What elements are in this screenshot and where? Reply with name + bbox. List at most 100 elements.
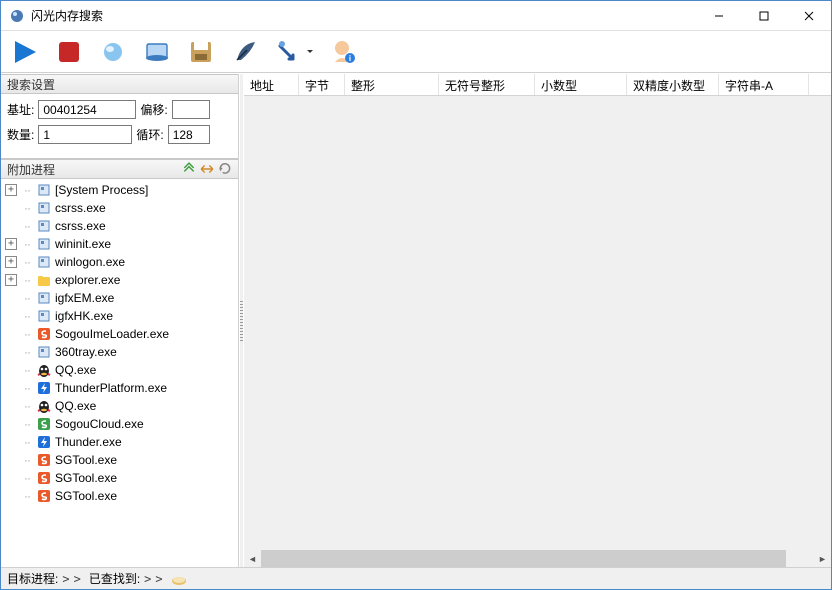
process-name: 360tray.exe xyxy=(55,345,117,359)
process-row[interactable]: ·· Thunder.exe xyxy=(5,433,234,451)
tree-line: ·· xyxy=(21,273,33,287)
collapse-icon[interactable] xyxy=(200,162,214,176)
expand-icon[interactable] xyxy=(182,162,196,176)
process-row[interactable]: ··igfxHK.exe xyxy=(5,307,234,325)
process-row[interactable]: +··winlogon.exe xyxy=(5,253,234,271)
scroll-right-arrow[interactable]: ► xyxy=(814,550,831,567)
process-name: QQ.exe xyxy=(55,363,96,377)
close-button[interactable] xyxy=(786,1,831,30)
process-row[interactable]: ·· SGTool.exe xyxy=(5,487,234,505)
qq-icon xyxy=(37,399,51,413)
chevron-icon: > xyxy=(155,572,162,586)
settings-dropdown[interactable] xyxy=(273,36,305,68)
tree-spacer xyxy=(5,346,17,358)
tree-spacer xyxy=(5,454,17,466)
tree-spacer xyxy=(5,490,17,502)
open-button[interactable] xyxy=(141,36,173,68)
process-name: explorer.exe xyxy=(55,273,120,287)
process-row[interactable]: +··wininit.exe xyxy=(5,235,234,253)
save-button[interactable] xyxy=(185,36,217,68)
chevron-icon: > xyxy=(144,572,151,586)
process-row[interactable]: ··csrss.exe xyxy=(5,217,234,235)
loop-input[interactable] xyxy=(168,125,210,144)
process-row[interactable]: ··SogouCloud.exe xyxy=(5,415,234,433)
column-header[interactable]: 整形 xyxy=(345,74,439,95)
feather-button[interactable] xyxy=(229,36,261,68)
found-count-label: 已查找到: xyxy=(89,570,140,587)
results-table-header: 地址字节整形无符号整形小数型双精度小数型字符串-A xyxy=(244,74,831,96)
app-icon xyxy=(37,219,51,233)
minimize-button[interactable] xyxy=(696,1,741,30)
column-header[interactable]: 地址 xyxy=(244,74,299,95)
maximize-button[interactable] xyxy=(741,1,786,30)
tree-line: ·· xyxy=(21,435,33,449)
status-icon xyxy=(171,572,187,586)
app-icon xyxy=(37,309,51,323)
scroll-left-arrow[interactable]: ◄ xyxy=(244,550,261,567)
scroll-thumb[interactable] xyxy=(261,550,786,567)
column-header[interactable]: 字符串-A xyxy=(719,74,809,95)
process-row[interactable]: ·· 360tray.exe xyxy=(5,343,234,361)
tree-spacer xyxy=(5,292,17,304)
process-row[interactable]: +··[System Process] xyxy=(5,181,234,199)
tree-line: ·· xyxy=(21,237,33,251)
process-name: SGTool.exe xyxy=(55,489,117,503)
process-row[interactable]: ··SGTool.exe xyxy=(5,451,234,469)
tree-line: ·· xyxy=(21,345,33,359)
tree-spacer xyxy=(5,310,17,322)
process-name: csrss.exe xyxy=(55,201,106,215)
expand-toggle[interactable]: + xyxy=(5,274,17,286)
app-icon xyxy=(37,345,51,359)
tree-spacer xyxy=(5,328,17,340)
sogou-icon xyxy=(37,453,51,467)
status-bar: 目标进程: > > 已查找到: > > xyxy=(1,567,831,589)
process-name: SogouImeLoader.exe xyxy=(55,327,169,341)
process-tree[interactable]: +··[System Process] ·· csrss.exe ·· csrss.ex… xyxy=(1,179,238,567)
stop-button[interactable] xyxy=(53,36,85,68)
offset-input[interactable] xyxy=(172,100,210,119)
column-header[interactable]: 双精度小数型 xyxy=(627,74,719,95)
base-address-input[interactable] xyxy=(38,100,136,119)
tree-spacer xyxy=(5,202,17,214)
globe-button[interactable] xyxy=(97,36,129,68)
play-button[interactable] xyxy=(9,36,41,68)
app-icon xyxy=(37,255,51,269)
process-row[interactable]: ·· csrss.exe xyxy=(5,199,234,217)
process-name: igfxEM.exe xyxy=(55,291,114,305)
process-name: winlogon.exe xyxy=(55,255,125,269)
process-row[interactable]: ··igfxEM.exe xyxy=(5,289,234,307)
tree-line: ·· xyxy=(21,201,33,215)
app-icon xyxy=(37,183,51,197)
process-row[interactable]: ··SGTool.exe xyxy=(5,469,234,487)
column-header[interactable]: 字节 xyxy=(299,74,345,95)
svg-text:i: i xyxy=(349,54,351,63)
process-name: SogouCloud.exe xyxy=(55,417,144,431)
search-settings-header: 搜索设置 xyxy=(1,74,238,94)
process-name: QQ.exe xyxy=(55,399,96,413)
count-label: 数量: xyxy=(7,126,34,143)
process-name: csrss.exe xyxy=(55,219,106,233)
process-name: Thunder.exe xyxy=(55,435,122,449)
tree-spacer xyxy=(5,382,17,394)
expand-toggle[interactable]: + xyxy=(5,238,17,250)
expand-toggle[interactable]: + xyxy=(5,184,17,196)
column-header[interactable]: 小数型 xyxy=(535,74,627,95)
sogou-icon xyxy=(37,327,51,341)
process-row[interactable]: ··SogouImeLoader.exe xyxy=(5,325,234,343)
app-icon xyxy=(9,8,25,24)
process-row[interactable]: ··QQ.exe xyxy=(5,397,234,415)
toolbar: i xyxy=(1,31,831,73)
expand-toggle[interactable]: + xyxy=(5,256,17,268)
tree-line: ·· xyxy=(21,363,33,377)
title-bar: 闪光内存搜索 xyxy=(1,1,831,31)
tree-line: ·· xyxy=(21,489,33,503)
refresh-icon[interactable] xyxy=(218,162,232,176)
process-row[interactable]: ·· QQ.exe xyxy=(5,361,234,379)
tree-spacer xyxy=(5,418,17,430)
process-row[interactable]: ··ThunderPlatform.exe xyxy=(5,379,234,397)
process-row[interactable]: + ·· explorer.exe xyxy=(5,271,234,289)
horizontal-scrollbar[interactable]: ◄ ► xyxy=(244,550,831,567)
help-button[interactable]: i xyxy=(327,36,359,68)
column-header[interactable]: 无符号整形 xyxy=(439,74,535,95)
count-input[interactable] xyxy=(38,125,132,144)
